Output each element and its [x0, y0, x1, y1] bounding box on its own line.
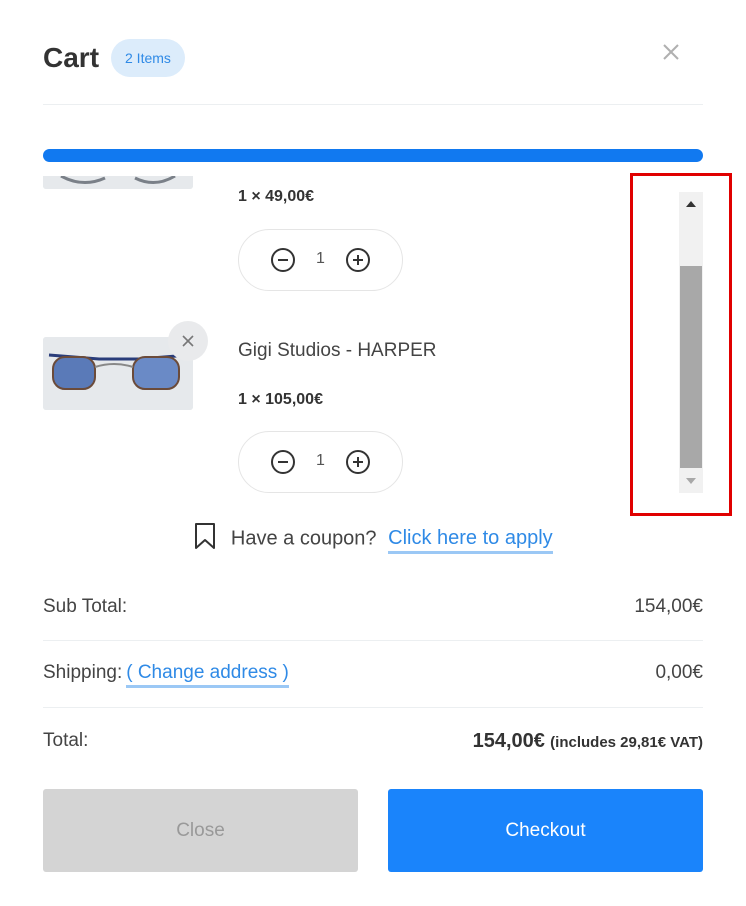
total-value-group: 154,00€ (includes 29,81€ VAT) [473, 731, 703, 751]
quantity-stepper: 1 [238, 431, 403, 493]
header-divider [43, 104, 703, 105]
shipping-label: Shipping: [43, 662, 123, 683]
quantity-value[interactable]: 1 [239, 452, 402, 470]
subtotal-row: Sub Total: 154,00€ [43, 597, 703, 664]
quantity-stepper: 1 [238, 229, 403, 291]
apply-coupon-link[interactable]: Click here to apply [388, 527, 553, 555]
total-row: Total: 154,00€ (includes 29,81€ VAT) [43, 731, 703, 798]
item-count-badge: 2 Items [111, 39, 185, 77]
cart-item: 1 × 49,00€ 1 [43, 176, 683, 296]
shipping-label-group: Shipping:( Change address ) [43, 662, 289, 688]
item-name: Gigi Studios - HARPER [238, 340, 437, 361]
plus-icon[interactable] [345, 449, 371, 475]
bookmark-icon [195, 523, 216, 549]
row-divider [43, 640, 703, 641]
total-vat: (includes 29,81€ VAT) [550, 734, 703, 751]
shipping-value: 0,00€ [655, 662, 703, 683]
subtotal-label: Sub Total: [43, 596, 128, 617]
cart-items-list[interactable]: 1 × 49,00€ 1 Gigi Studios - HARPER 1 × 1… [43, 176, 703, 496]
product-image [43, 176, 193, 189]
subtotal-value: 154,00€ [634, 596, 703, 617]
close-icon[interactable] [659, 40, 683, 64]
item-price: 1 × 49,00€ [238, 188, 315, 205]
row-divider [43, 707, 703, 708]
cart-title: Cart [43, 42, 100, 73]
cart-item: Gigi Studios - HARPER 1 × 105,00€ 1 [43, 321, 683, 496]
total-label: Total: [43, 730, 89, 751]
change-address-link[interactable]: ( Change address ) [126, 662, 289, 688]
item-price: 1 × 105,00€ [238, 391, 323, 408]
close-icon [182, 335, 194, 347]
cart-header: Cart 2 Items [43, 38, 703, 78]
quantity-value[interactable]: 1 [239, 250, 402, 268]
checkout-button[interactable]: Checkout [388, 789, 703, 872]
progress-bar [43, 149, 703, 162]
remove-item-button[interactable] [168, 321, 208, 361]
close-button[interactable]: Close [43, 789, 358, 872]
coupon-row: Have a coupon? Click here to apply [0, 523, 746, 555]
plus-icon[interactable] [345, 247, 371, 273]
total-value: 154,00€ [472, 730, 545, 752]
coupon-text: Have a coupon? [230, 527, 377, 550]
scrollbar-highlight-box [630, 173, 732, 516]
shipping-row: Shipping:( Change address ) 0,00€ [43, 662, 703, 730]
